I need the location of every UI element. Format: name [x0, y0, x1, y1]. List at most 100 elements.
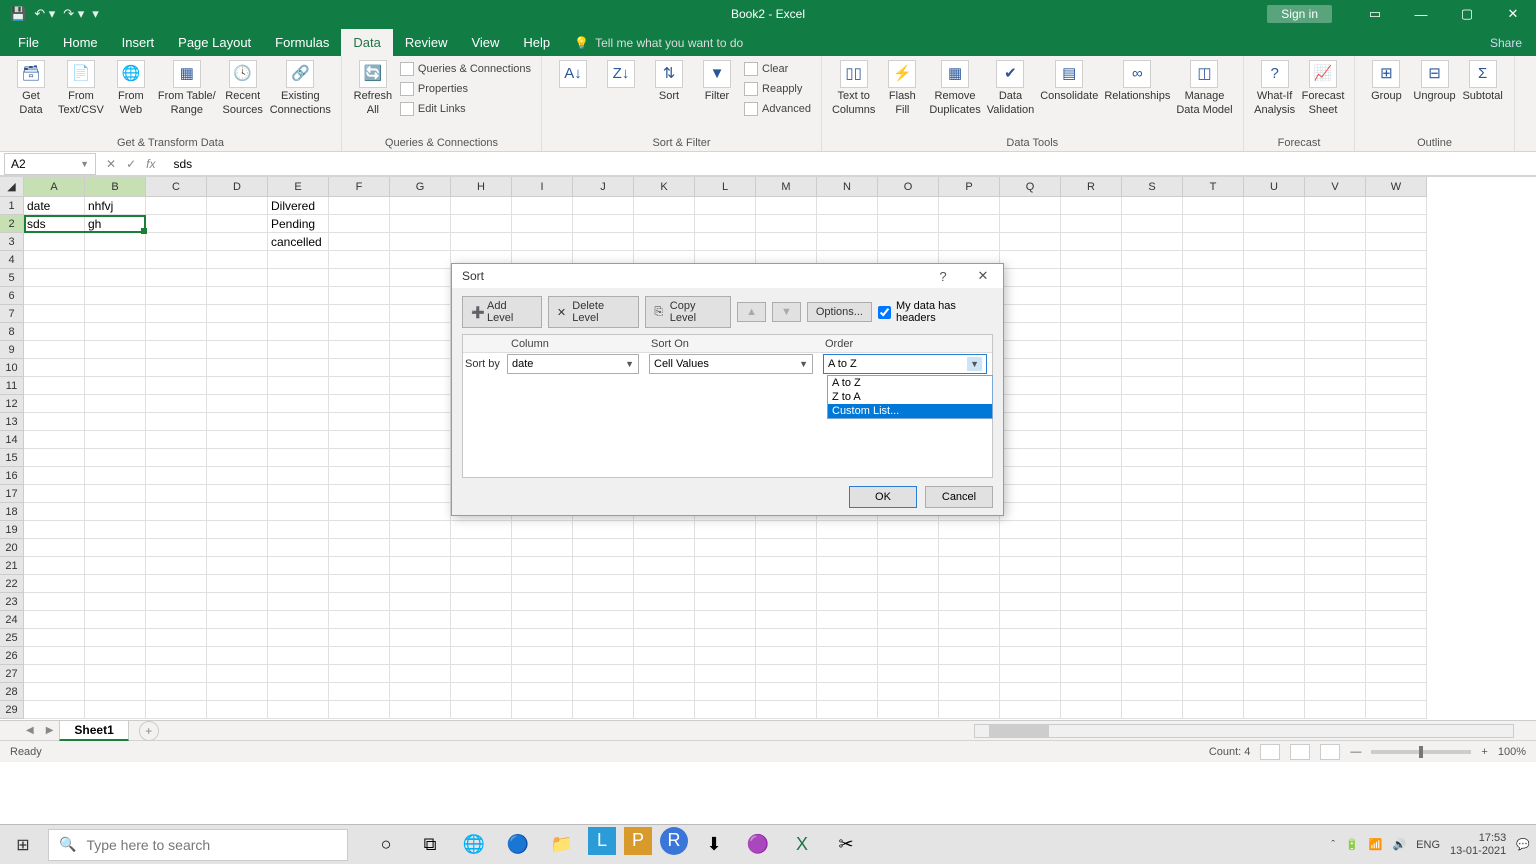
enter-formula-icon[interactable]: ✓ — [126, 157, 136, 171]
cell[interactable] — [85, 575, 146, 593]
cell[interactable] — [329, 233, 390, 251]
cell[interactable] — [1366, 557, 1427, 575]
group-button[interactable]: ⊞Group — [1365, 60, 1407, 102]
cell[interactable] — [24, 485, 85, 503]
cell[interactable] — [390, 629, 451, 647]
cell[interactable] — [329, 467, 390, 485]
cell[interactable] — [939, 215, 1000, 233]
cell[interactable] — [1061, 683, 1122, 701]
cell[interactable] — [1061, 287, 1122, 305]
cell[interactable] — [146, 593, 207, 611]
cell[interactable] — [1366, 593, 1427, 611]
cell[interactable]: gh — [85, 215, 146, 233]
cell[interactable] — [1061, 701, 1122, 719]
tab-help[interactable]: Help — [511, 29, 562, 56]
cell[interactable] — [1183, 485, 1244, 503]
cell[interactable] — [146, 611, 207, 629]
tray-sound-icon[interactable]: 🔊 — [1392, 838, 1406, 851]
cell[interactable] — [634, 701, 695, 719]
cell[interactable] — [207, 611, 268, 629]
cell[interactable] — [390, 593, 451, 611]
row-header[interactable]: 10 — [0, 359, 24, 377]
cell[interactable] — [451, 521, 512, 539]
row-header[interactable]: 13 — [0, 413, 24, 431]
cell[interactable] — [24, 593, 85, 611]
cell[interactable] — [512, 575, 573, 593]
tab-insert[interactable]: Insert — [110, 29, 167, 56]
cell[interactable] — [268, 269, 329, 287]
column-header-E[interactable]: E — [268, 177, 329, 197]
edge-icon[interactable]: 🔵 — [500, 827, 536, 863]
start-button[interactable]: ⊞ — [0, 825, 46, 865]
cell[interactable] — [1122, 197, 1183, 215]
cell[interactable] — [390, 485, 451, 503]
cell[interactable] — [207, 233, 268, 251]
cell[interactable] — [390, 305, 451, 323]
cell[interactable] — [268, 629, 329, 647]
cell[interactable] — [24, 269, 85, 287]
cell[interactable] — [817, 593, 878, 611]
select-all-cell[interactable]: ◢ — [0, 177, 24, 197]
cell[interactable] — [1000, 413, 1061, 431]
cell[interactable] — [1366, 629, 1427, 647]
cell[interactable] — [329, 503, 390, 521]
add-level-button[interactable]: ➕Add Level — [462, 296, 542, 328]
cell[interactable] — [1183, 233, 1244, 251]
row-header[interactable]: 6 — [0, 287, 24, 305]
cell[interactable] — [329, 413, 390, 431]
cell[interactable] — [1122, 665, 1183, 683]
cell[interactable] — [268, 503, 329, 521]
cell[interactable] — [634, 215, 695, 233]
cell[interactable] — [24, 629, 85, 647]
cell[interactable] — [1122, 251, 1183, 269]
cell[interactable] — [24, 647, 85, 665]
cell[interactable] — [1061, 665, 1122, 683]
cell[interactable] — [695, 197, 756, 215]
cell[interactable] — [146, 413, 207, 431]
cell[interactable] — [939, 521, 1000, 539]
file-explorer-icon[interactable]: 📁 — [544, 827, 580, 863]
cell[interactable] — [207, 251, 268, 269]
cell[interactable] — [1244, 215, 1305, 233]
cell[interactable] — [634, 557, 695, 575]
cell[interactable] — [85, 683, 146, 701]
headers-checkbox-input[interactable] — [878, 306, 891, 319]
from-web-button[interactable]: 🌐FromWeb — [110, 60, 152, 116]
app-icon[interactable]: 🟣 — [740, 827, 776, 863]
cell[interactable] — [451, 557, 512, 575]
column-header-M[interactable]: M — [756, 177, 817, 197]
cell[interactable] — [390, 467, 451, 485]
cancel-button[interactable]: Cancel — [925, 486, 993, 508]
cell[interactable] — [756, 629, 817, 647]
cell[interactable] — [268, 305, 329, 323]
cell[interactable] — [146, 683, 207, 701]
cell[interactable] — [24, 575, 85, 593]
dialog-help-button[interactable]: ? — [923, 264, 963, 288]
cell[interactable] — [329, 665, 390, 683]
cell[interactable] — [24, 359, 85, 377]
cell[interactable] — [634, 521, 695, 539]
cell[interactable] — [1183, 557, 1244, 575]
refresh-all-button[interactable]: 🔄RefreshAll — [352, 60, 394, 116]
cell[interactable] — [1244, 269, 1305, 287]
cell[interactable] — [329, 251, 390, 269]
cell[interactable] — [24, 341, 85, 359]
cell[interactable] — [1122, 323, 1183, 341]
cell[interactable] — [1305, 395, 1366, 413]
cell[interactable] — [268, 449, 329, 467]
cell[interactable] — [1366, 251, 1427, 269]
reapply-button[interactable]: Reapply — [744, 80, 811, 98]
cell[interactable] — [1183, 503, 1244, 521]
cell[interactable] — [573, 521, 634, 539]
cell[interactable] — [573, 683, 634, 701]
cell[interactable] — [1366, 377, 1427, 395]
cell[interactable] — [146, 287, 207, 305]
cell[interactable] — [1000, 521, 1061, 539]
cell[interactable] — [1244, 197, 1305, 215]
column-header-S[interactable]: S — [1122, 177, 1183, 197]
cell[interactable] — [268, 431, 329, 449]
cell[interactable] — [1183, 593, 1244, 611]
cell[interactable] — [451, 629, 512, 647]
move-down-button[interactable]: ▼ — [772, 302, 801, 322]
cell[interactable] — [817, 557, 878, 575]
